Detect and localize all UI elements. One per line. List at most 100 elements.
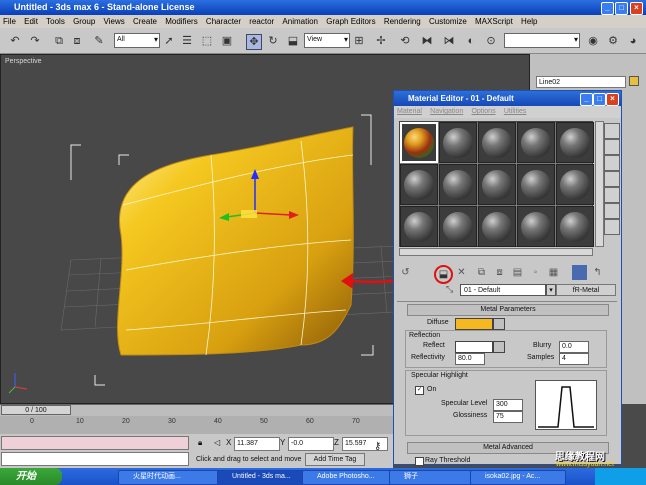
- metal-parameters-rollout[interactable]: Metal Parameters: [407, 304, 609, 316]
- snap-icon[interactable]: ⧒: [442, 34, 456, 48]
- sample-slot[interactable]: [517, 122, 555, 163]
- object-name-field[interactable]: Line02: [536, 76, 626, 88]
- make-unique-icon[interactable]: ⧈: [492, 265, 507, 280]
- put-to-library-icon[interactable]: ▤: [510, 265, 525, 280]
- mirror-icon[interactable]: ⟲: [398, 34, 412, 48]
- start-button[interactable]: 开始: [0, 468, 62, 485]
- unlink-icon[interactable]: ⧈: [70, 34, 84, 48]
- select-object-icon[interactable]: ➚: [162, 34, 176, 48]
- minimize-button[interactable]: _: [601, 2, 614, 15]
- me-minimize-button[interactable]: _: [580, 93, 593, 106]
- axis-constraint-icon[interactable]: ✢: [374, 34, 388, 48]
- menu-customize[interactable]: Customize: [426, 15, 470, 28]
- taskbar-item-acdsee[interactable]: isoka02.jpg - Ac...: [470, 470, 566, 485]
- select-by-name-icon[interactable]: ☰: [180, 34, 194, 48]
- pivot-center-icon[interactable]: ⊞: [352, 34, 366, 48]
- menu-tools[interactable]: Tools: [43, 15, 68, 28]
- y-coordinate-field[interactable]: -0.0: [288, 437, 334, 451]
- show-map-icon[interactable]: ▦: [546, 265, 561, 280]
- assign-material-to-selection-icon[interactable]: ⬓: [434, 265, 453, 284]
- region-select-icon[interactable]: ⬚: [200, 34, 214, 48]
- track-bar[interactable]: 0 10 20 30 40 50 60 70: [0, 416, 393, 434]
- menu-maxscript[interactable]: MAXScript: [472, 15, 516, 28]
- sample-slot[interactable]: [439, 122, 477, 163]
- menu-modifiers[interactable]: Modifiers: [162, 15, 200, 28]
- menu-reactor[interactable]: reactor: [246, 15, 277, 28]
- time-slider[interactable]: 0 / 100: [1, 405, 71, 415]
- sample-slot[interactable]: [556, 122, 594, 163]
- taskbar-item[interactable]: 火星时代动画...: [118, 470, 230, 485]
- undo-icon[interactable]: ↶: [8, 34, 22, 48]
- maximize-button[interactable]: □: [615, 2, 628, 15]
- maxscript-listener-input[interactable]: [1, 436, 189, 450]
- menu-views[interactable]: Views: [101, 15, 128, 28]
- menu-graph-editors[interactable]: Graph Editors: [323, 15, 378, 28]
- sample-type-icon[interactable]: [604, 123, 620, 139]
- material-editor-icon[interactable]: ◉: [586, 34, 600, 48]
- quick-render-icon[interactable]: ◕: [626, 34, 640, 48]
- reset-map-icon[interactable]: ✕: [454, 265, 469, 280]
- go-to-parent-icon[interactable]: ↰: [590, 265, 605, 280]
- sample-slot[interactable]: [517, 206, 555, 247]
- menu-create[interactable]: Create: [130, 15, 160, 28]
- bind-space-warp-icon[interactable]: ✎: [92, 34, 106, 48]
- set-key-icon[interactable]: ⚷: [374, 441, 381, 452]
- select-rotate-icon[interactable]: ↻: [266, 34, 280, 48]
- material-name-field[interactable]: 01 - Default: [460, 284, 546, 296]
- material-effects-channel-icon[interactable]: ◦: [528, 265, 543, 280]
- menu-group[interactable]: Group: [70, 15, 98, 28]
- specular-on-checkbox[interactable]: ✓: [415, 386, 424, 395]
- me-menu-navigation[interactable]: Navigation: [427, 106, 466, 118]
- add-time-tag-button[interactable]: Add Time Tag: [305, 453, 365, 466]
- material-type-button[interactable]: fR-Metal: [556, 284, 616, 296]
- redo-icon[interactable]: ↷: [28, 34, 42, 48]
- menu-rendering[interactable]: Rendering: [381, 15, 424, 28]
- maxscript-output[interactable]: [1, 452, 189, 466]
- backlight-icon[interactable]: [604, 139, 620, 155]
- sample-slot[interactable]: [439, 206, 477, 247]
- show-end-result-icon[interactable]: [572, 265, 587, 280]
- material-name-dropdown[interactable]: ▾: [546, 284, 556, 296]
- select-scale-icon[interactable]: ⬓: [286, 34, 300, 48]
- align-icon[interactable]: ⧓: [420, 34, 434, 48]
- sample-slot[interactable]: [400, 122, 438, 163]
- reference-coord-select[interactable]: View: [304, 33, 350, 48]
- absolute-mode-icon[interactable]: ◁: [214, 438, 220, 447]
- video-color-check-icon[interactable]: [604, 187, 620, 203]
- named-selection-sets-select[interactable]: [504, 33, 580, 48]
- sample-slot[interactable]: [400, 164, 438, 205]
- make-preview-icon[interactable]: [604, 203, 620, 219]
- taskbar-item-3dsmax[interactable]: Untitled - 3ds ma...: [217, 470, 315, 485]
- reflect-color-swatch[interactable]: [455, 341, 493, 353]
- select-move-icon[interactable]: ✥: [246, 34, 262, 50]
- samples-spinner[interactable]: 4: [559, 353, 589, 365]
- me-menu-utilities[interactable]: Utilities: [501, 106, 530, 118]
- menu-animation[interactable]: Animation: [279, 15, 321, 28]
- make-copy-icon[interactable]: ⧉: [474, 265, 489, 280]
- selection-filter-select[interactable]: All: [114, 33, 160, 48]
- render-scene-icon[interactable]: ⚙: [606, 34, 620, 48]
- sample-slot[interactable]: [439, 164, 477, 205]
- options-icon[interactable]: [604, 219, 620, 235]
- pick-material-icon[interactable]: ⤡: [446, 284, 453, 295]
- named-selection-icon[interactable]: ◐: [464, 34, 478, 48]
- get-material-icon[interactable]: ↺: [398, 265, 413, 280]
- menu-help[interactable]: Help: [518, 15, 540, 28]
- link-icon[interactable]: ⧉: [52, 34, 66, 48]
- slots-horizontal-scrollbar[interactable]: [399, 248, 593, 256]
- sample-slot[interactable]: [400, 206, 438, 247]
- background-icon[interactable]: [604, 155, 620, 171]
- object-color-swatch[interactable]: [629, 76, 639, 86]
- diffuse-color-swatch[interactable]: [455, 318, 493, 330]
- menu-edit[interactable]: Edit: [21, 15, 41, 28]
- me-close-button[interactable]: ×: [606, 93, 619, 106]
- reflect-map-button[interactable]: [493, 341, 505, 353]
- slots-vertical-scrollbar[interactable]: [595, 121, 604, 247]
- menu-character[interactable]: Character: [203, 15, 244, 28]
- ray-threshold-checkbox[interactable]: [415, 457, 424, 466]
- sample-slot[interactable]: [556, 206, 594, 247]
- sample-slot[interactable]: [556, 164, 594, 205]
- diffuse-map-button[interactable]: [493, 318, 505, 330]
- curve-editor-icon[interactable]: ⊙: [484, 34, 498, 48]
- glossiness-spinner[interactable]: 75: [493, 411, 523, 423]
